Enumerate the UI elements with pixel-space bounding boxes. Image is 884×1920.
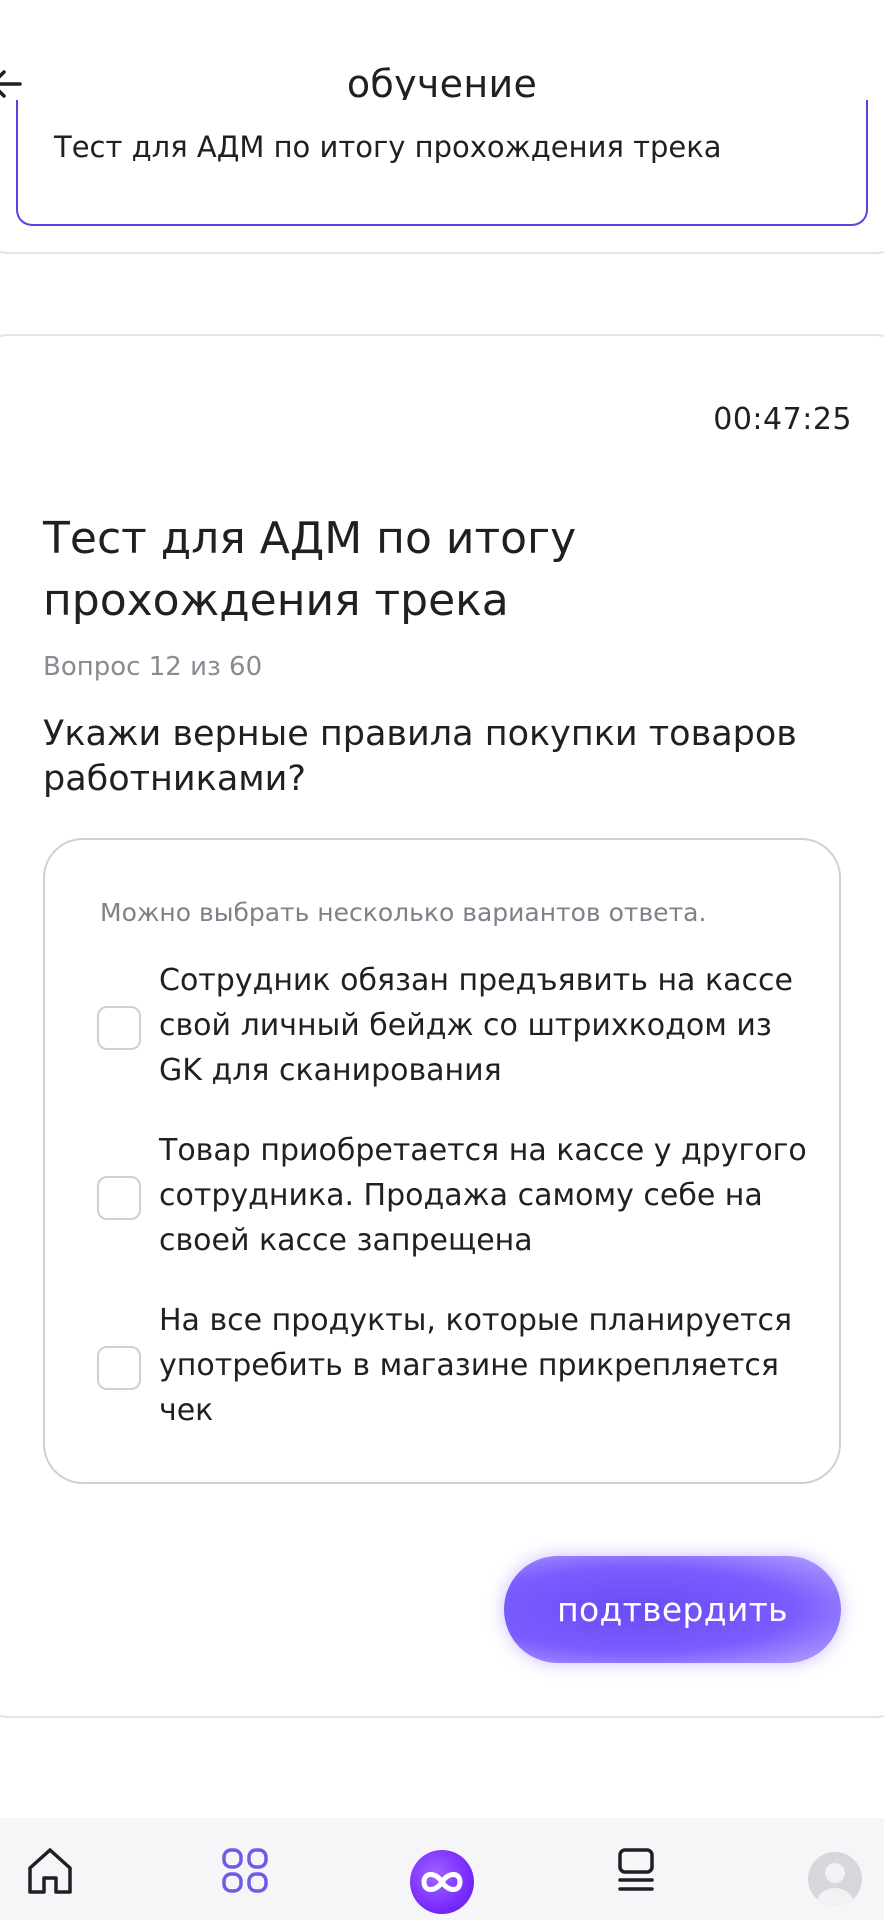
nav-catalog[interactable] [216, 1840, 276, 1900]
answers-box: Можно выбрать несколько вариантов ответа… [43, 838, 841, 1484]
answer-label: Сотрудник обязан предъявить на кассе сво… [159, 963, 793, 1088]
answer-option[interactable]: На все продукты, которые планируется упо… [97, 1298, 817, 1438]
answers-hint: Можно выбрать несколько вариантов ответа… [100, 898, 707, 927]
home-icon [28, 1848, 72, 1894]
answer-label: На все продукты, которые планируется упо… [159, 1303, 793, 1428]
timer: 00:47:25 [713, 402, 852, 437]
question-counter: Вопрос 12 из 60 [43, 652, 263, 682]
question-text: Укажи верные правила покупки товаров раб… [43, 714, 797, 799]
selected-test-field[interactable]: Тест для АДМ по итогу прохождения трека [16, 100, 868, 226]
list-icon [618, 1848, 654, 1891]
answer-checkbox[interactable] [97, 1006, 141, 1050]
nav-profile[interactable] [808, 1852, 862, 1906]
nav-home[interactable] [20, 1840, 80, 1900]
confirm-button[interactable]: подтвердить [504, 1556, 841, 1663]
infinity-icon [421, 1872, 463, 1892]
answer-checkbox[interactable] [97, 1346, 141, 1390]
answer-option[interactable]: Сотрудник обязан предъявить на кассе сво… [97, 958, 817, 1098]
bottom-nav [0, 1818, 884, 1920]
nav-center[interactable] [410, 1850, 474, 1914]
answer-label: Товар приобретается на кассе у другого с… [159, 1133, 807, 1258]
answer-checkbox[interactable] [97, 1176, 141, 1220]
answer-option[interactable]: Товар приобретается на кассе у другого с… [97, 1128, 817, 1268]
nav-learning[interactable] [608, 1840, 668, 1900]
selected-test-text: Тест для АДМ по итогу прохождения трека [54, 130, 722, 164]
avatar-icon [817, 1863, 853, 1906]
grid-icon [222, 1848, 268, 1893]
test-title: Тест для АДМ по итогу прохождения трека [43, 513, 577, 626]
